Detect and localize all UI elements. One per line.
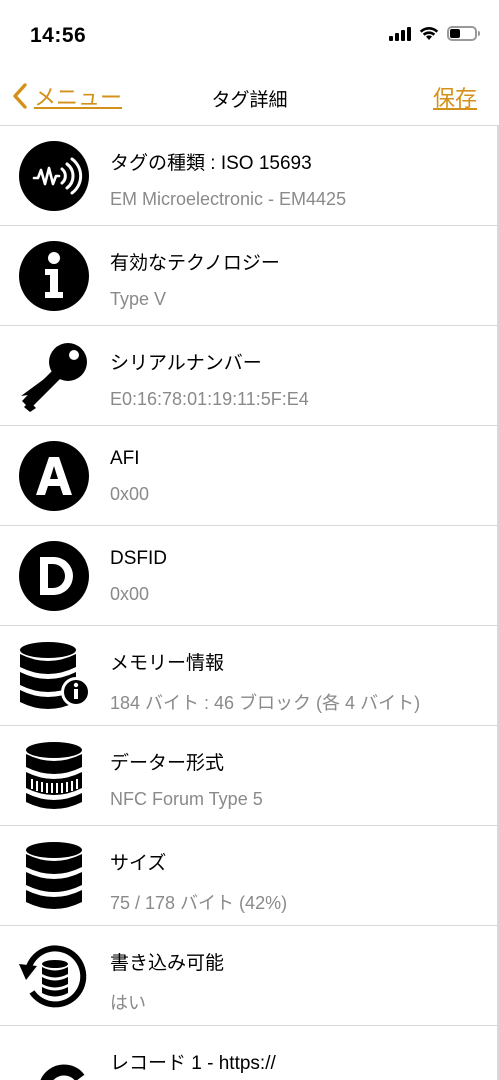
row-value: 75 / 178 バイト (42%) (110, 893, 288, 913)
database-info-icon (20, 642, 90, 709)
list-item-tag-type[interactable]: タグの種類 : ISO 15693 EM Microelectronic - E… (0, 126, 499, 226)
row-title: タグの種類 : ISO 15693 (110, 153, 312, 174)
row-value: E0:16:78:01:19:11:5F:E4 (110, 389, 309, 409)
save-button[interactable]: 保存 (433, 81, 477, 113)
wifi-icon (419, 27, 439, 40)
nfc-wave-icon (19, 141, 89, 211)
row-title: シリアルナンバー (110, 353, 262, 374)
row-value: 184 バイト : 46 ブロック (各 4 バイト) (110, 693, 421, 713)
list-item-dsfid[interactable]: DSFID 0x00 (0, 526, 499, 626)
database-refresh-icon (19, 945, 87, 1008)
row-value: 0x00 (110, 584, 150, 604)
database-barcode-icon (26, 742, 82, 809)
row-title: サイズ (110, 853, 167, 874)
battery-icon (447, 26, 480, 41)
row-title: レコード 1 - https:// (110, 1053, 276, 1074)
row-title: AFI (110, 448, 140, 469)
page-title: タグ詳細 (211, 90, 288, 111)
list-item-writable[interactable]: 書き込み可能 はい (0, 926, 499, 1026)
row-value: NFC Forum Type 5 (110, 789, 263, 809)
list-item-size[interactable]: サイズ 75 / 178 バイト (42%) (0, 826, 499, 926)
status-bar: 14:56 (0, 0, 499, 68)
link-icon (40, 1064, 85, 1080)
row-value: EM Microelectronic - EM4425 (110, 189, 347, 209)
row-value: Type V (110, 289, 167, 309)
info-icon (19, 241, 89, 311)
database-icon (26, 842, 82, 909)
list-item-technology[interactable]: 有効なテクノロジー Type V (0, 226, 499, 326)
key-icon (21, 343, 87, 412)
row-title: メモリー情報 (110, 653, 225, 674)
letter-d-icon (19, 541, 89, 611)
detail-list: タグの種類 : ISO 15693 EM Microelectronic - E… (0, 126, 499, 1080)
navigation-bar: メニュー タグ詳細 保存 (0, 68, 499, 126)
list-item-record-1[interactable]: レコード 1 - https:// (0, 1026, 499, 1080)
row-title: 有効なテクノロジー (110, 253, 280, 274)
row-value: 0x00 (110, 484, 150, 504)
list-item-memory-info[interactable]: メモリー情報 184 バイト : 46 ブロック (各 4 バイト) (0, 626, 499, 726)
row-value: はい (110, 993, 146, 1013)
status-time: 14:56 (30, 24, 87, 47)
row-title: DSFID (110, 548, 167, 569)
row-title: 書き込み可能 (110, 953, 225, 974)
status-icons (389, 26, 480, 41)
cellular-signal-icon (389, 26, 411, 41)
row-title: データー形式 (110, 753, 225, 774)
list-item-data-format[interactable]: データー形式 NFC Forum Type 5 (0, 726, 499, 826)
letter-a-icon (19, 441, 89, 511)
list-item-serial-number[interactable]: シリアルナンバー E0:16:78:01:19:11:5F:E4 (0, 326, 499, 426)
list-item-afi[interactable]: AFI 0x00 (0, 426, 499, 526)
